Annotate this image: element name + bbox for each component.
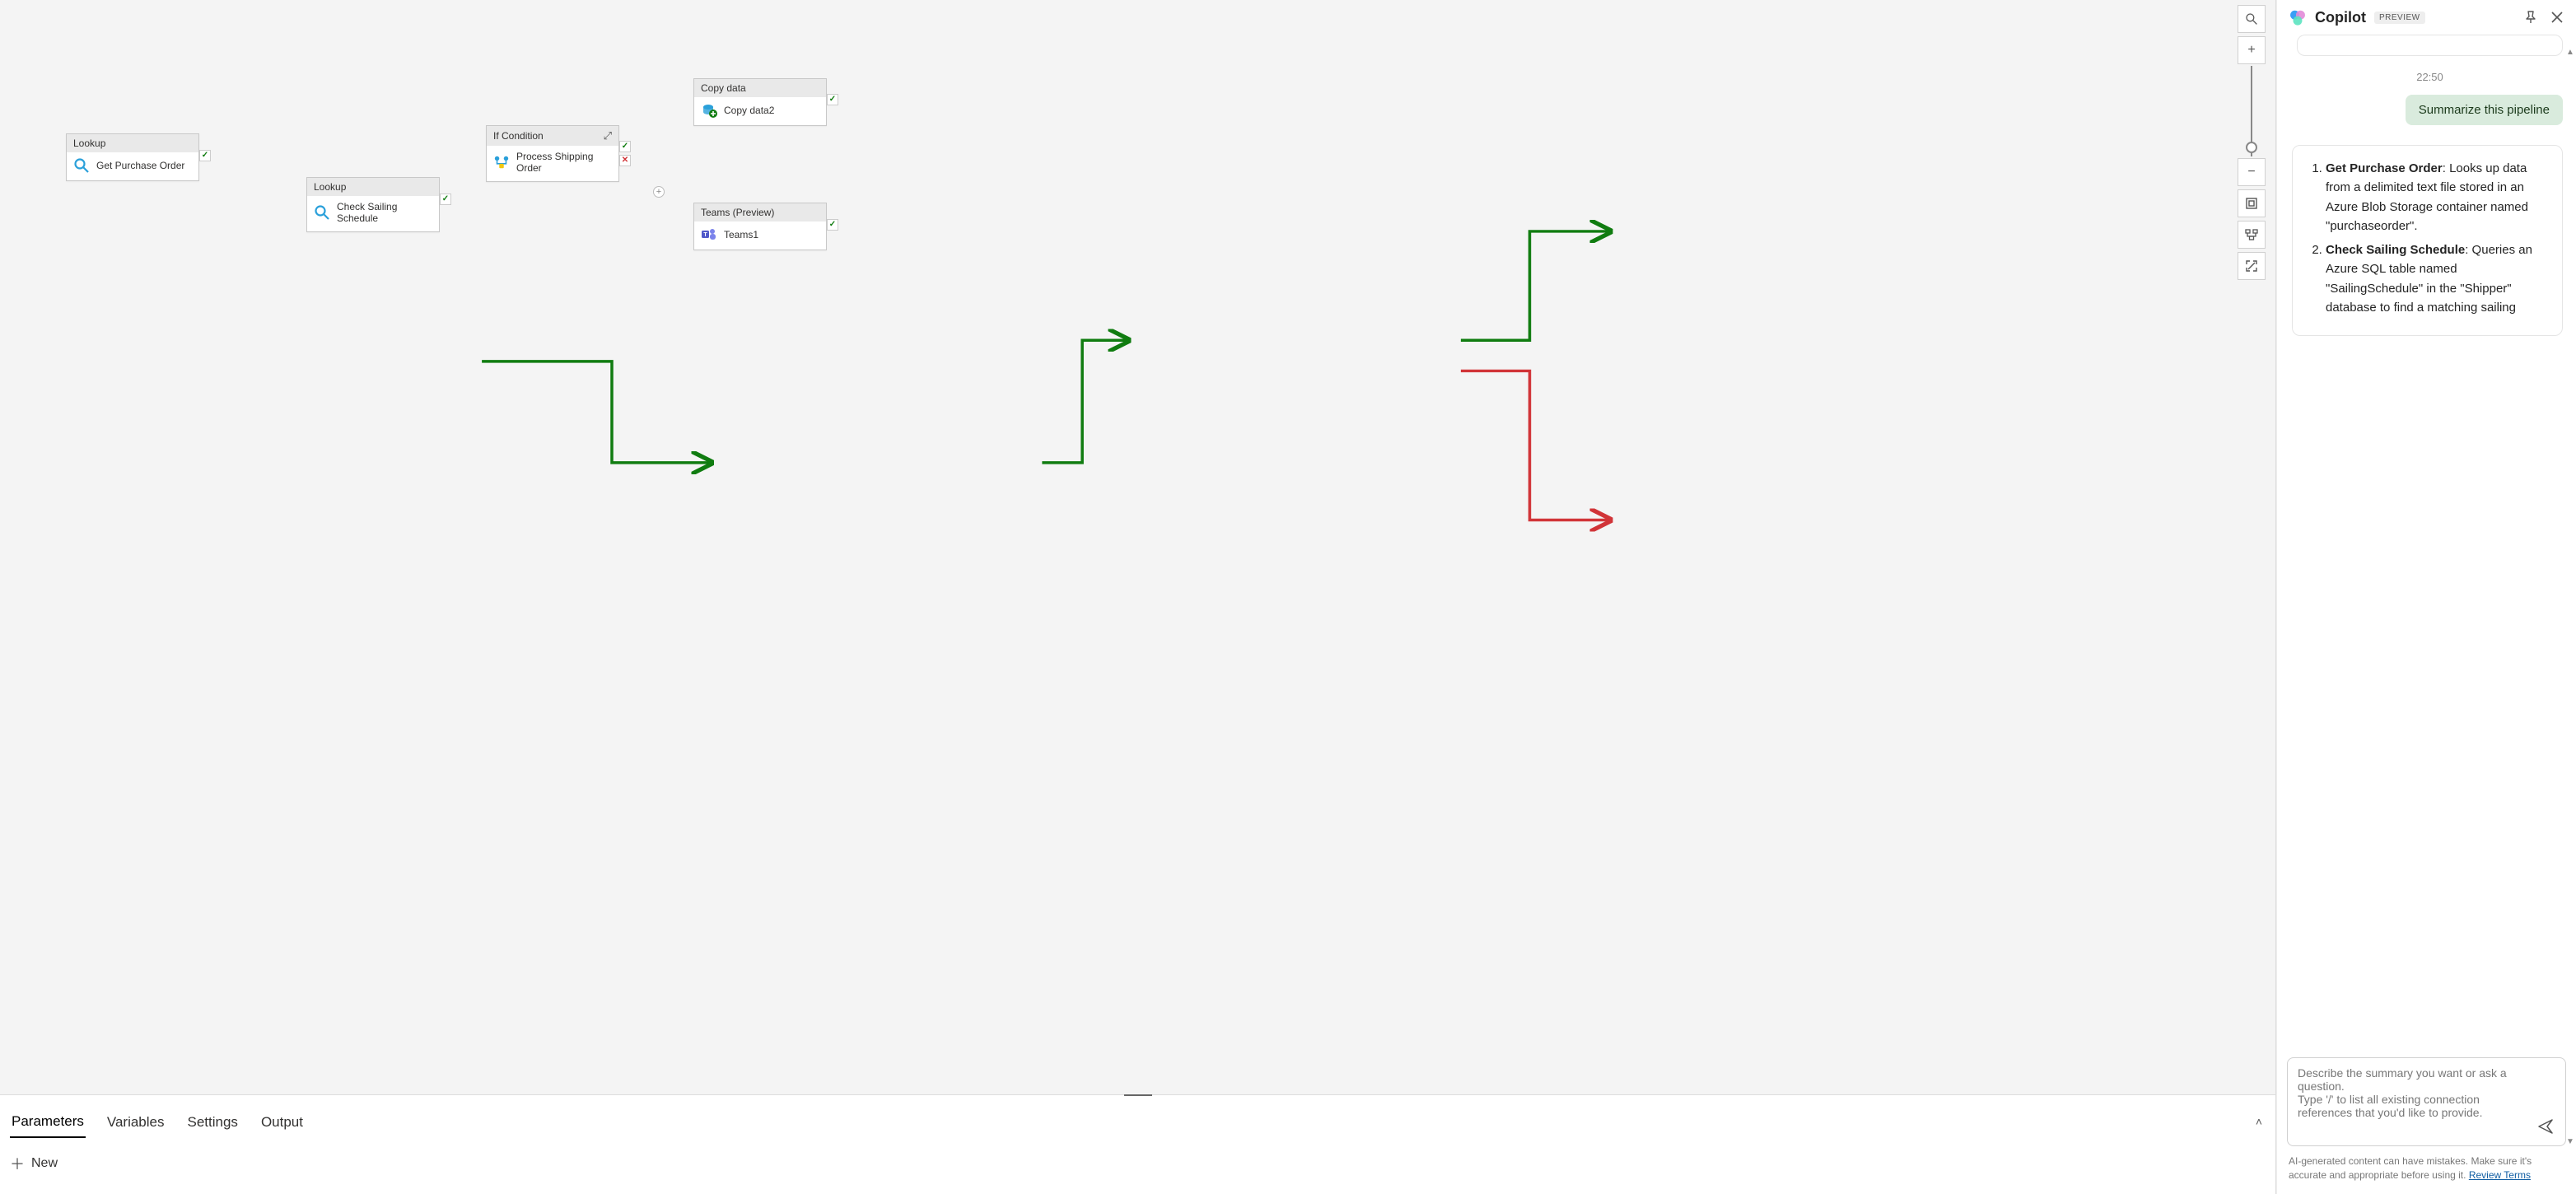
node-name-label: Copy data2 xyxy=(724,105,774,116)
node-type-label: Lookup xyxy=(314,181,346,193)
copilot-disclaimer: AI-generated content can have mistakes. … xyxy=(2277,1151,2576,1194)
node-type-label: Teams (Preview) xyxy=(701,207,774,218)
response-item: Get Purchase Order: Looks up data from a… xyxy=(2326,159,2547,236)
previous-card xyxy=(2297,35,2563,56)
pin-button[interactable] xyxy=(2523,10,2538,25)
node-lookup-check-sailing-schedule[interactable]: Lookup Check Sailing Schedule xyxy=(306,177,440,232)
lookup-icon xyxy=(314,204,330,221)
zoom-in-button[interactable]: + xyxy=(2238,36,2266,64)
tab-output[interactable]: Output xyxy=(259,1108,305,1137)
canvas-toolbar: + − xyxy=(2238,5,2266,280)
copilot-pane: Copilot PREVIEW 22:50 Summarize this pip… xyxy=(2276,0,2576,1194)
success-indicaror: ✓ xyxy=(827,219,838,231)
add-branch-button[interactable]: + xyxy=(653,186,665,198)
new-label: New xyxy=(31,1156,58,1171)
node-type-label: Lookup xyxy=(73,138,105,149)
new-parameter-button[interactable]: ＋ New xyxy=(10,1153,2266,1174)
pipeline-canvas[interactable]: Lookup Get Purchase Order ✓ Lookup Check… xyxy=(0,0,2275,1094)
scroll-up-icon[interactable]: ▲ xyxy=(2566,48,2574,57)
zoom-slider[interactable]: + − xyxy=(2238,36,2266,186)
success-indicator: ✓ xyxy=(619,141,631,152)
copilot-logo-icon xyxy=(2289,8,2307,26)
node-name-label: Teams1 xyxy=(724,229,758,240)
lookup-icon xyxy=(73,157,90,174)
node-name-label: Check Sailing Schedule xyxy=(337,201,432,225)
close-button[interactable] xyxy=(2550,10,2564,25)
collapse-panel-button[interactable]: ˄ xyxy=(2256,1115,2262,1128)
plus-icon: ＋ xyxy=(10,1153,25,1174)
success-indicator: ✓ xyxy=(199,150,211,161)
search-button[interactable] xyxy=(2238,5,2266,33)
copilot-conversation[interactable]: 22:50 Summarize this pipeline Get Purcha… xyxy=(2277,35,2576,1049)
input-placeholder: Describe the summary you want or ask a q… xyxy=(2298,1066,2507,1119)
tab-parameters[interactable]: Parameters xyxy=(10,1107,86,1138)
failure-indicator: ✕ xyxy=(619,155,631,166)
node-name-label: Process Shipping Order xyxy=(516,151,612,175)
branch-icon xyxy=(493,154,510,170)
scroll-down-icon[interactable]: ▼ xyxy=(2566,1137,2574,1146)
panel-tabs: Parameters Variables Settings Output ˄ xyxy=(10,1107,2266,1138)
node-teams1[interactable]: Teams (Preview) T Teams1 xyxy=(693,203,827,250)
node-copy-data2[interactable]: Copy data Copy data2 xyxy=(693,78,827,126)
zoom-thumb[interactable] xyxy=(2246,142,2257,153)
properties-panel: Parameters Variables Settings Output ˄ ＋… xyxy=(0,1094,2275,1194)
node-if-condition-process-shipping-order[interactable]: If Condition ⤢ Process Shipping Order xyxy=(486,125,619,182)
tab-variables[interactable]: Variables xyxy=(105,1108,166,1137)
auto-align-button[interactable] xyxy=(2238,221,2266,249)
review-terms-link[interactable]: Review Terms xyxy=(2469,1169,2531,1181)
panel-splitter[interactable] xyxy=(10,1095,2266,1100)
node-name-label: Get Purchase Order xyxy=(96,160,184,171)
send-button[interactable] xyxy=(2537,1118,2554,1137)
node-lookup-get-purchase-order[interactable]: Lookup Get Purchase Order xyxy=(66,133,199,181)
fit-to-screen-button[interactable] xyxy=(2238,189,2266,217)
copilot-title: Copilot xyxy=(2315,9,2366,26)
node-type-label: If Condition xyxy=(493,130,544,142)
fullscreen-button[interactable] xyxy=(2238,252,2266,280)
copilot-input[interactable]: Describe the summary you want or ask a q… xyxy=(2287,1057,2566,1146)
copilot-response: Get Purchase Order: Looks up data from a… xyxy=(2292,145,2563,336)
expand-icon[interactable]: ⤢ xyxy=(604,129,612,142)
timestamp: 22:50 xyxy=(2292,71,2568,83)
copilot-scrollbar[interactable]: ▲ ▼ xyxy=(2564,48,2574,1146)
teams-icon: T xyxy=(701,226,717,243)
connectors xyxy=(0,0,2275,794)
tab-settings[interactable]: Settings xyxy=(186,1108,240,1137)
user-message: Summarize this pipeline xyxy=(2406,95,2563,125)
success-indicator: ✓ xyxy=(827,94,838,105)
copy-data-icon xyxy=(701,102,717,119)
zoom-out-button[interactable]: − xyxy=(2238,158,2266,186)
copilot-header: Copilot PREVIEW xyxy=(2277,0,2576,35)
node-type-label: Copy data xyxy=(701,82,746,94)
response-item: Check Sailing Schedule: Queries an Azure… xyxy=(2326,240,2547,317)
success-indicator: ✓ xyxy=(440,194,451,205)
svg-text:T: T xyxy=(703,232,707,238)
preview-badge: PREVIEW xyxy=(2374,12,2425,24)
